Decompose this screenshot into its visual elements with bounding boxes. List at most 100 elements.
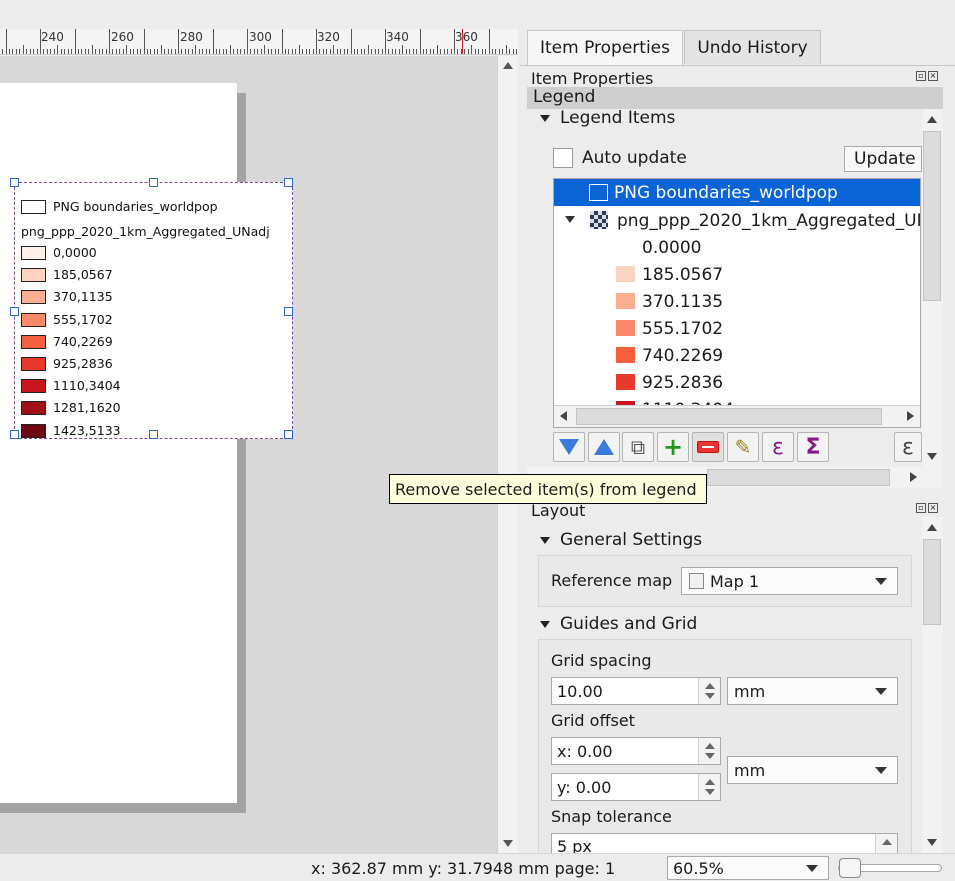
edit-item-button[interactable]: ✎: [727, 432, 759, 462]
tree-row-class[interactable]: 185.0567: [554, 261, 920, 288]
tree-row-class[interactable]: 925.2836: [554, 369, 920, 396]
tree-row-class[interactable]: 0.0000: [554, 234, 920, 261]
ruler-label: 260: [111, 30, 134, 44]
ruler-tick: [302, 49, 304, 54]
tree-row-class[interactable]: 740.2269: [554, 342, 920, 369]
ruler-tick: [81, 49, 83, 54]
ruler-tick: [226, 49, 228, 54]
epsilon-icon: ε: [772, 434, 784, 460]
guides-grid-group-header[interactable]: Guides and Grid: [540, 614, 697, 634]
scrollbar-thumb[interactable]: [707, 469, 890, 486]
spinbox-arrows[interactable]: [698, 774, 720, 800]
expand-arrow-icon[interactable]: [565, 216, 575, 223]
close-icon[interactable]: ×: [928, 503, 938, 513]
ruler-tick: [422, 49, 424, 54]
tree-row-raster-layer[interactable]: png_ppp_2020_1km_Aggregated_UNa: [554, 207, 920, 234]
layout-canvas[interactable]: PNG boundaries_worldpop png_ppp_2020_1km…: [0, 56, 497, 853]
scrollbar-thumb[interactable]: [576, 408, 882, 425]
ruler-tick: [505, 45, 507, 54]
tree-row-selected[interactable]: PNG boundaries_worldpop: [554, 179, 920, 206]
move-up-button[interactable]: [588, 432, 620, 462]
item-panel-vertical-scrollbar[interactable]: [922, 109, 943, 467]
float-icon[interactable]: ▫: [916, 503, 926, 513]
zoom-slider-handle[interactable]: [839, 858, 861, 878]
tree-horizontal-scrollbar[interactable]: [554, 405, 920, 427]
ruler-tick: [512, 49, 514, 54]
resize-handle[interactable]: [10, 430, 19, 439]
ruler-tick: [22, 45, 24, 54]
count-button[interactable]: Σ: [797, 432, 829, 462]
grid-offset-label: Grid offset: [551, 711, 635, 730]
grid-spacing-unit-combo[interactable]: mm: [727, 677, 898, 705]
move-down-button[interactable]: [553, 432, 585, 462]
scroll-down-arrow-icon[interactable]: [503, 840, 513, 847]
horizontal-ruler[interactable]: 240 260 280 300 320 340 360: [0, 29, 518, 55]
legend-section-header: Legend: [527, 87, 943, 109]
scrollbar-thumb[interactable]: [923, 539, 941, 625]
scroll-up-arrow-icon[interactable]: [503, 62, 513, 69]
reference-map-combo[interactable]: Map 1: [681, 567, 898, 595]
tab-divider: [520, 65, 955, 66]
spinbox-arrows[interactable]: [698, 738, 720, 764]
ruler-tick: [340, 49, 342, 54]
spinbox-arrows[interactable]: [698, 678, 720, 704]
auto-update-checkbox[interactable]: [553, 148, 573, 168]
grid-spacing-input[interactable]: 10.00: [551, 677, 721, 705]
ruler-tick: [26, 49, 28, 54]
scroll-down-arrow-icon[interactable]: [927, 839, 937, 846]
resize-handle[interactable]: [284, 178, 293, 187]
update-all-button[interactable]: Update A: [844, 146, 922, 172]
expression-button[interactable]: ε: [762, 432, 794, 462]
scrollbar-thumb[interactable]: [923, 131, 941, 301]
resize-handle[interactable]: [10, 178, 19, 187]
unit-value: mm: [734, 760, 766, 780]
resize-handle[interactable]: [149, 430, 158, 439]
zoom-combo[interactable]: 60.5%: [667, 856, 829, 880]
grid-offset-unit-combo[interactable]: mm: [727, 756, 898, 784]
ruler-tick: [46, 49, 48, 54]
close-icon[interactable]: ×: [928, 71, 938, 81]
scroll-up-arrow-icon[interactable]: [927, 116, 937, 123]
filter-expression-button[interactable]: ε: [894, 432, 922, 462]
legend-item-preview[interactable]: PNG boundaries_worldpop png_ppp_2020_1km…: [10, 178, 293, 439]
spinbox-arrows[interactable]: [875, 834, 897, 853]
ruler-tick: [485, 49, 487, 54]
scroll-down-arrow-icon[interactable]: [927, 453, 937, 460]
tree-row-class[interactable]: 555.1702: [554, 315, 920, 342]
resize-handle[interactable]: [149, 178, 158, 187]
tree-row-class[interactable]: 370.1135: [554, 288, 920, 315]
ruler-tick: [409, 49, 411, 54]
scroll-right-arrow-icon[interactable]: [910, 472, 917, 482]
tab-undo-history[interactable]: Undo History: [684, 30, 821, 64]
scroll-right-arrow-icon[interactable]: [907, 411, 914, 421]
tab-item-properties[interactable]: Item Properties: [527, 30, 683, 65]
resize-handle[interactable]: [10, 307, 19, 316]
resize-handle[interactable]: [284, 430, 293, 439]
scroll-left-arrow-icon[interactable]: [560, 411, 567, 421]
snap-tolerance-input[interactable]: 5 px: [551, 833, 898, 853]
group-title: Legend Items: [560, 108, 676, 128]
canvas-vertical-scrollbar[interactable]: [497, 56, 518, 853]
ruler-tick: [419, 29, 421, 54]
ruler-tick: [353, 49, 355, 54]
layout-panel-vertical-scrollbar[interactable]: [922, 517, 943, 853]
grid-offset-x-input[interactable]: x: 0.00: [551, 737, 721, 765]
ruler-tick: [119, 49, 121, 54]
add-group-button[interactable]: ⧉: [622, 432, 654, 462]
scroll-up-arrow-icon[interactable]: [927, 524, 937, 531]
float-icon[interactable]: ▫: [916, 71, 926, 81]
ruler-tick: [219, 49, 221, 54]
ruler-tick: [278, 49, 280, 54]
resize-handle[interactable]: [284, 307, 293, 316]
general-settings-group-header[interactable]: General Settings: [540, 530, 702, 550]
ruler-label: 280: [180, 30, 203, 44]
ruler-tick: [150, 49, 152, 54]
grid-offset-y-input[interactable]: y: 0.00: [551, 773, 721, 801]
legend-swatch: [21, 357, 46, 371]
add-item-button[interactable]: +: [657, 432, 689, 462]
ruler-tick: [253, 49, 255, 54]
ruler-tick: [236, 49, 238, 54]
remove-item-button[interactable]: [692, 432, 724, 462]
legend-items-group-header[interactable]: Legend Items: [540, 108, 675, 128]
legend-items-tree[interactable]: PNG boundaries_worldpop png_ppp_2020_1km…: [553, 178, 921, 428]
